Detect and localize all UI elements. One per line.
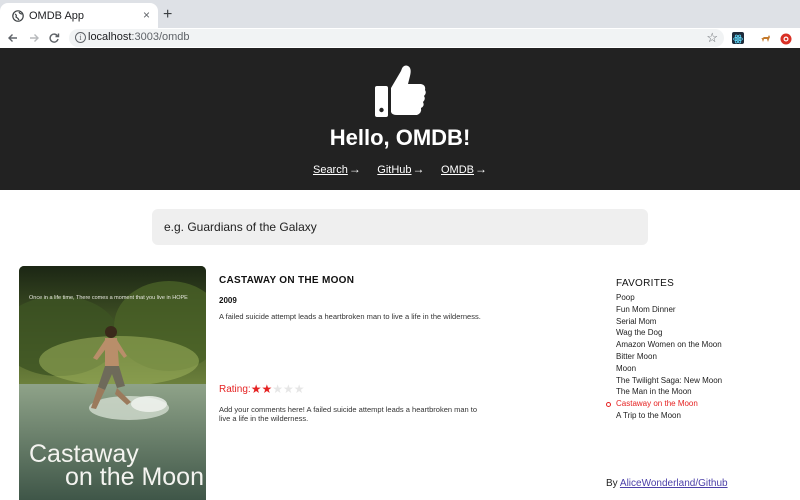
omdb-link-label: OMDB xyxy=(441,164,474,176)
thumbs-up-icon xyxy=(375,65,426,117)
favorite-item[interactable]: The Twilight Saga: New Moon xyxy=(616,375,722,387)
arrow-right-icon: → xyxy=(348,162,361,176)
github-link-label: GitHub xyxy=(377,164,412,176)
favorite-item[interactable]: The Man in the Moon xyxy=(616,386,722,398)
address-bar[interactable]: i localhost:3003/omdb ☆ xyxy=(69,29,724,47)
browser-toolbar: i localhost:3003/omdb ☆ xyxy=(0,28,800,48)
globe-icon xyxy=(12,10,24,22)
favorite-item[interactable]: Wag the Dog xyxy=(616,327,722,339)
star-empty-icon[interactable]: ★ xyxy=(294,383,305,395)
github-author-link[interactable]: AliceWonderland/Github xyxy=(620,478,728,489)
url-host: localhost xyxy=(88,31,132,43)
star-empty-icon[interactable]: ★ xyxy=(283,383,294,395)
github-link[interactable]: GitHub→ xyxy=(377,162,424,176)
favorite-item[interactable]: Moon xyxy=(616,363,722,375)
movie-poster: Once in a life time, There comes a momen… xyxy=(19,266,206,500)
favorite-item[interactable]: Fun Mom Dinner xyxy=(616,304,722,316)
arrow-right-icon: → xyxy=(475,162,487,176)
site-info-icon[interactable]: i xyxy=(75,32,86,43)
rating-label: Rating: xyxy=(219,384,251,395)
bookmark-star-icon[interactable]: ☆ xyxy=(706,29,718,47)
comment-text[interactable]: Add your comments here! A failed suicide… xyxy=(219,405,489,423)
tab-close-icon[interactable]: × xyxy=(143,8,150,22)
browser-tab[interactable]: OMDB App × xyxy=(0,3,158,30)
favorite-item[interactable]: Castaway on the Moon xyxy=(605,398,722,410)
favorite-item[interactable]: Poop xyxy=(616,292,722,304)
omdb-link[interactable]: OMDB→ xyxy=(441,162,487,176)
favorites-list: Poop Fun Mom Dinner Serial Mom Wag the Dog A… xyxy=(605,292,722,422)
movie-search-input[interactable] xyxy=(152,209,648,245)
header-nav: Search→ GitHub→ OMDB→ xyxy=(0,160,800,178)
browser-tabstrip: OMDB App × + xyxy=(0,0,800,30)
reload-icon[interactable] xyxy=(46,30,62,46)
extension-react-icon[interactable] xyxy=(732,32,744,44)
back-icon[interactable] xyxy=(5,30,21,46)
movie-title: CASTAWAY ON THE MOON xyxy=(219,275,355,286)
rating-stars[interactable]: ★★★★★ xyxy=(251,383,305,396)
movie-plot: A failed suicide attempt leads a heartbr… xyxy=(219,312,481,321)
search-link-label: Search xyxy=(312,164,348,176)
star-empty-icon[interactable]: ★ xyxy=(272,383,283,395)
favorite-item[interactable]: Amazon Women on the Moon xyxy=(616,339,722,351)
url-text: localhost:3003/omdb xyxy=(88,31,190,43)
credit-prefix: By xyxy=(606,478,618,489)
page-title: Hello, OMDB! xyxy=(329,125,471,150)
favorite-item[interactable]: Serial Mom xyxy=(616,316,722,328)
url-path: :3003/omdb xyxy=(131,31,190,43)
favorite-item[interactable]: A Trip to the Moon xyxy=(616,410,722,422)
tab-title: OMDB App xyxy=(29,10,85,22)
favorites-heading: FAVORITES xyxy=(616,278,675,289)
search-link[interactable]: Search→ xyxy=(313,162,361,176)
favorite-item[interactable]: Bitter Moon xyxy=(616,351,722,363)
new-tab-button[interactable]: + xyxy=(163,6,172,24)
star-filled-icon[interactable]: ★ xyxy=(261,383,272,395)
poster-tagline: Once in a life time, There comes a momen… xyxy=(29,295,188,301)
poster-title-line2: on the Moon xyxy=(65,463,204,491)
star-filled-icon[interactable]: ★ xyxy=(251,383,262,395)
forward-icon[interactable] xyxy=(26,30,42,46)
arrow-right-icon: → xyxy=(412,162,425,176)
author-credit: By AliceWonderland/Github xyxy=(606,478,728,489)
extension-record-icon[interactable] xyxy=(780,32,792,45)
extension-dog-icon[interactable] xyxy=(759,32,771,44)
page-header: Hello, OMDB! Search→ GitHub→ OMDB→ xyxy=(0,48,800,190)
movie-year: 2009 xyxy=(219,296,237,305)
movie-rating: Rating:★★★★★ xyxy=(219,383,305,396)
